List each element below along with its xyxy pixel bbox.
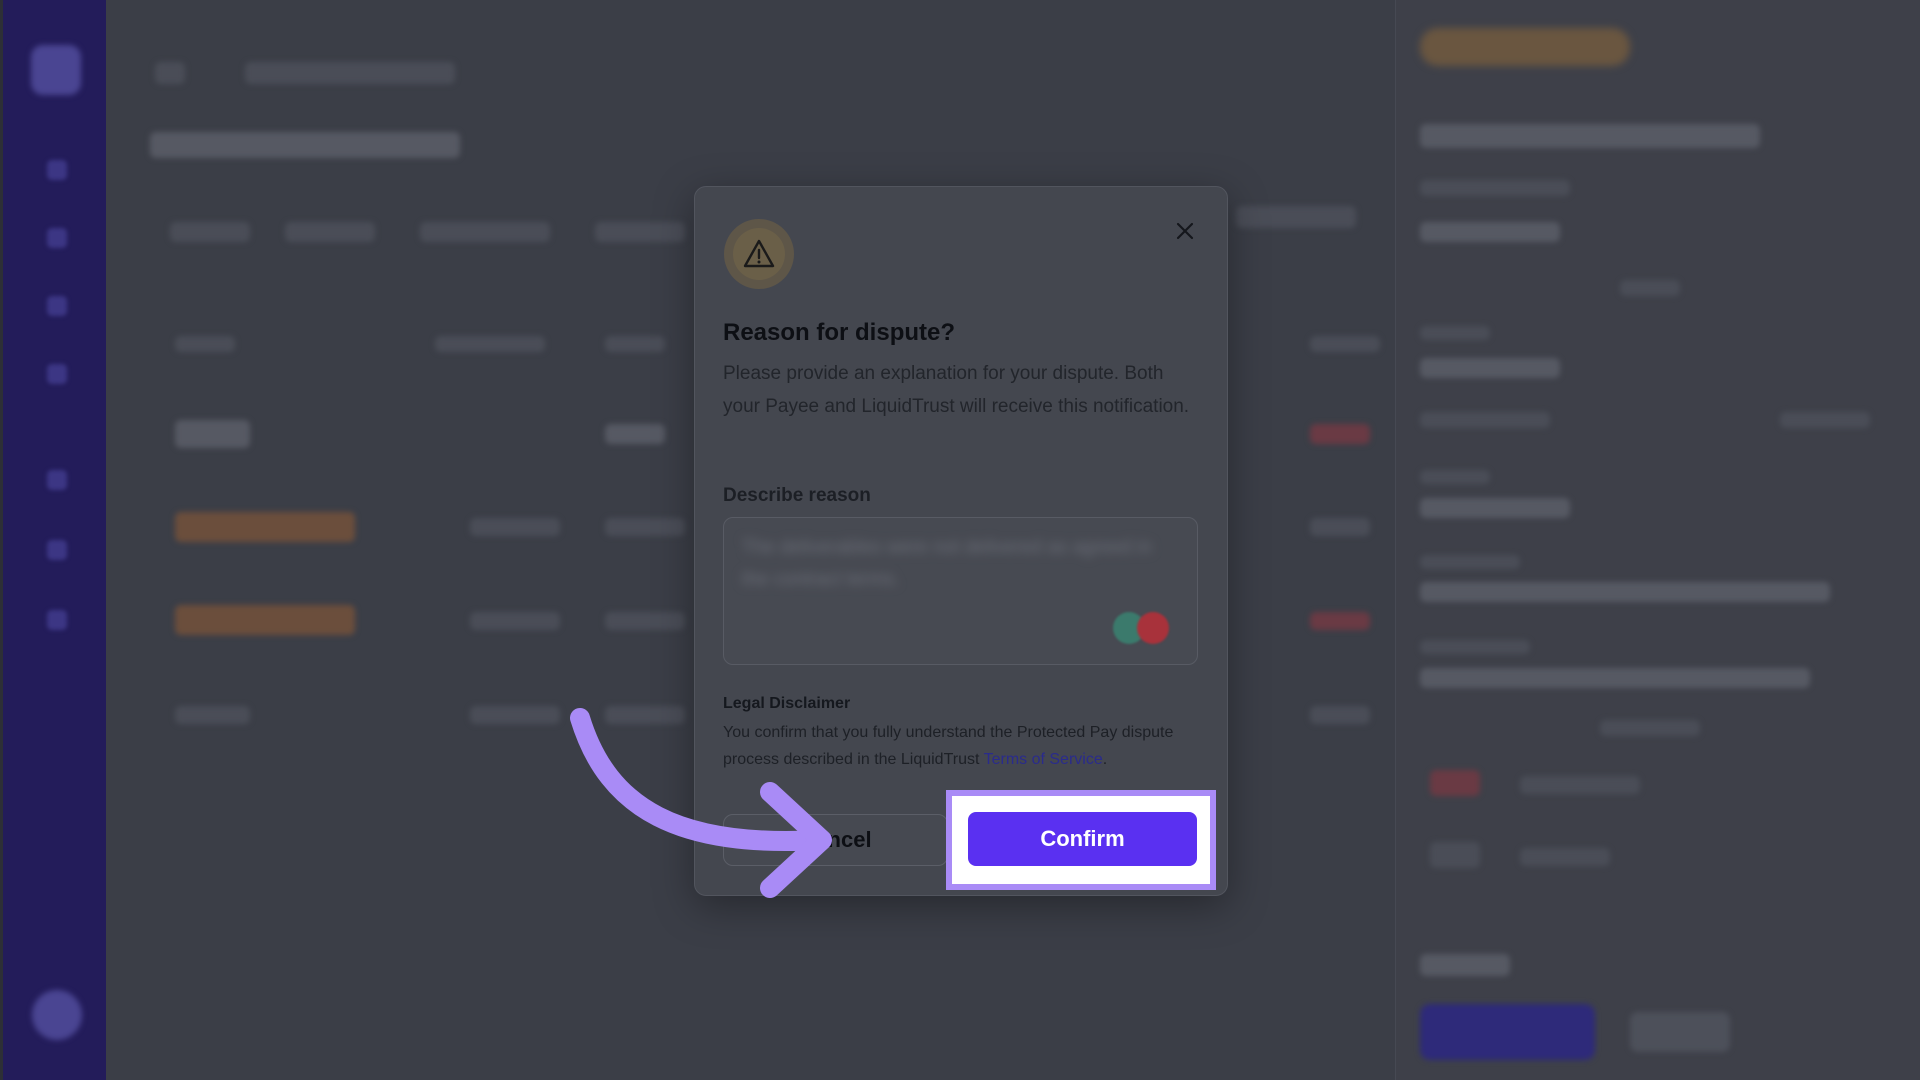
filter-chip	[285, 222, 375, 242]
confirm-button[interactable]: Confirm	[968, 812, 1197, 866]
status-badge	[1430, 770, 1480, 796]
panel-label	[1620, 280, 1680, 296]
close-button[interactable]	[1169, 215, 1201, 247]
panel-value	[1520, 848, 1610, 866]
table-row	[470, 518, 560, 536]
table-row	[175, 605, 355, 635]
panel-label	[1420, 555, 1520, 569]
reason-textarea[interactable]: The deliverables were not delivered as a…	[723, 517, 1198, 665]
panel-label	[1600, 720, 1700, 736]
nav-icon	[47, 610, 67, 630]
panel-value	[1420, 582, 1830, 602]
panel-title	[1420, 124, 1760, 148]
panel-label	[1420, 412, 1550, 428]
textarea-controls	[1113, 612, 1169, 644]
table-row	[1310, 706, 1370, 724]
modal-description: Please provide an explanation for your d…	[723, 363, 1190, 417]
panel-value	[1420, 498, 1570, 518]
table-header	[1310, 336, 1380, 352]
reason-text-value: The deliverables were not delivered as a…	[742, 537, 1152, 590]
warning-icon-inner	[733, 228, 785, 280]
nav-icon	[47, 160, 67, 180]
back-icon	[155, 62, 185, 84]
legal-period: .	[1102, 751, 1108, 768]
table-header	[605, 336, 665, 352]
primary-action-button	[1420, 1004, 1595, 1060]
warning-icon-badge	[724, 219, 794, 289]
table-row	[605, 612, 685, 630]
panel-label	[1420, 180, 1570, 196]
table-row	[470, 706, 560, 724]
filter-chip	[420, 222, 550, 242]
panel-label	[1420, 326, 1490, 340]
panel-label	[1420, 470, 1490, 484]
filter-chip	[170, 222, 250, 242]
table-header	[435, 336, 545, 352]
panel-label	[1420, 640, 1530, 654]
warning-triangle-icon	[743, 239, 775, 268]
nav-icon	[47, 228, 67, 248]
filter-chip	[1236, 206, 1356, 228]
table-row	[605, 518, 685, 536]
status-badge	[1310, 424, 1370, 444]
curved-arrow-annotation	[570, 708, 832, 898]
table-row	[605, 424, 665, 444]
app-logo	[31, 45, 81, 95]
sidebar	[0, 0, 109, 1080]
table-row	[1310, 518, 1370, 536]
panel-value	[1420, 358, 1560, 378]
user-avatar	[32, 990, 82, 1040]
nav-icon	[47, 540, 67, 560]
filter-chip	[595, 222, 685, 242]
close-icon	[1176, 222, 1194, 240]
nav-icon	[47, 364, 67, 384]
secondary-action-button	[1630, 1012, 1730, 1052]
table-row	[470, 612, 560, 630]
status-badge	[1430, 842, 1480, 868]
modal-title: Reason for dispute?	[723, 319, 956, 346]
table-row	[175, 706, 250, 724]
panel-value	[1780, 412, 1870, 428]
grammar-error-icon[interactable]	[1137, 612, 1169, 644]
nav-icon	[47, 470, 67, 490]
table-row	[175, 420, 250, 448]
breadcrumb	[245, 62, 455, 84]
terms-of-service-link[interactable]: Terms of Service	[984, 751, 1103, 768]
panel-section-title	[1420, 954, 1510, 976]
status-badge	[1310, 612, 1370, 630]
status-pill	[1420, 28, 1630, 66]
table-header	[175, 336, 235, 352]
panel-value	[1420, 668, 1810, 688]
nav-icon	[47, 296, 67, 316]
reason-field-label: Describe reason	[723, 485, 871, 506]
details-panel	[1395, 0, 1920, 1080]
panel-value	[1520, 776, 1640, 794]
table-row	[175, 512, 355, 542]
page-title	[150, 132, 460, 158]
panel-value	[1420, 222, 1560, 242]
